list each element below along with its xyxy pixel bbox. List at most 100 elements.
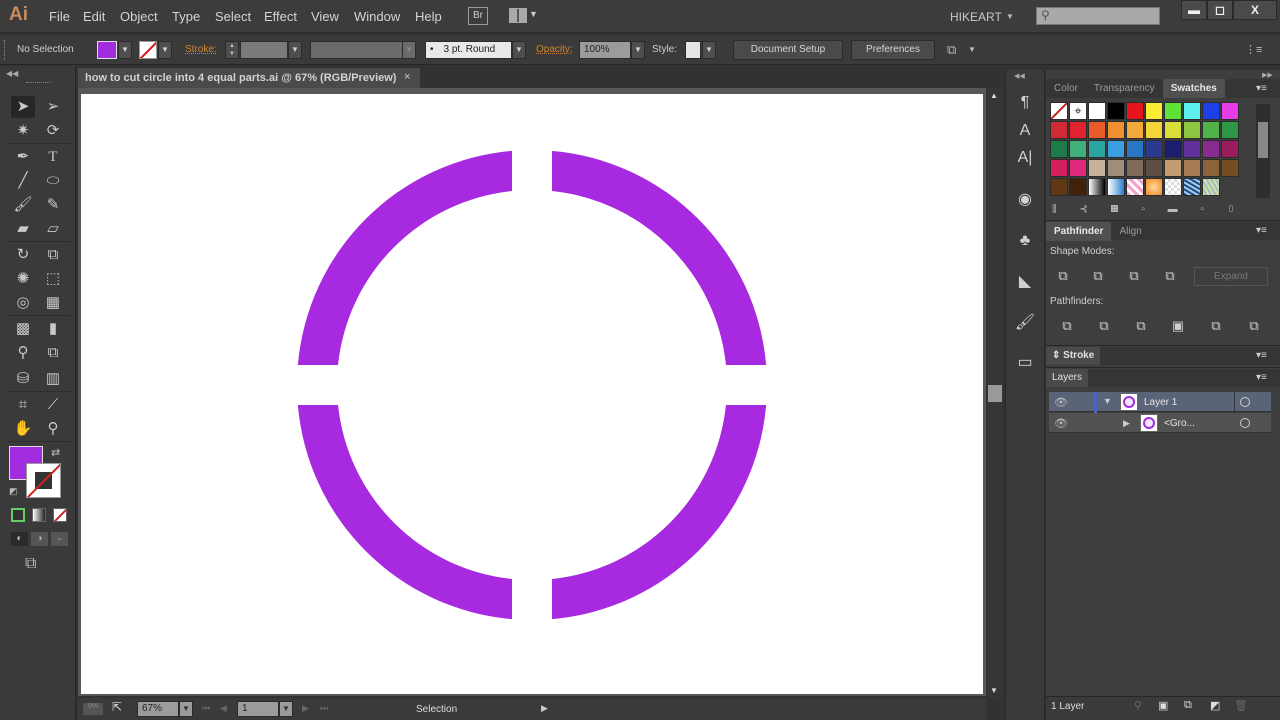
swap-fill-stroke-icon[interactable]: ⇄ xyxy=(51,446,60,459)
make-clipping-mask-icon[interactable]: ▣ xyxy=(1158,699,1168,712)
pencil-tool-icon[interactable]: ✎ xyxy=(41,194,65,216)
status-menu-icon[interactable]: ▶ xyxy=(541,703,548,714)
magic-wand-tool-icon[interactable]: ✷ xyxy=(11,120,35,142)
menu-window[interactable]: Window xyxy=(354,9,400,24)
divide-icon[interactable]: ⧉ xyxy=(1058,318,1076,334)
menu-effect[interactable]: Effect xyxy=(264,9,297,24)
chevron-down-icon[interactable]: ▼ xyxy=(968,45,976,54)
selection-tool-icon[interactable]: ➤ xyxy=(11,96,35,118)
none-mode-icon[interactable] xyxy=(53,508,67,522)
swatch-pattern-checker[interactable] xyxy=(1164,178,1182,196)
minus-front-icon[interactable]: ⧉ xyxy=(1089,268,1107,284)
mesh-tool-icon[interactable]: ▩ xyxy=(11,318,35,340)
ring-segments[interactable] xyxy=(297,150,767,620)
brush-definition[interactable]: • 3 pt. Round xyxy=(425,41,512,59)
tab-stroke[interactable]: ⇕ Stroke xyxy=(1046,347,1101,365)
swatch[interactable] xyxy=(1145,140,1163,158)
close-button[interactable]: X xyxy=(1233,0,1277,20)
expand-icon[interactable]: ▶▶ xyxy=(1262,71,1273,79)
menu-select[interactable]: Select xyxy=(215,9,251,24)
panel-menu-icon[interactable]: ▾≡ xyxy=(1256,225,1267,236)
menu-view[interactable]: View xyxy=(311,9,339,24)
artboard-tool-icon[interactable]: ⌗ xyxy=(11,394,35,416)
opacity-field[interactable]: 100% xyxy=(579,41,631,59)
blend-tool-icon[interactable]: ⧉ xyxy=(41,342,65,364)
opacity-dropdown[interactable]: ▼ xyxy=(631,41,645,59)
swatch[interactable] xyxy=(1221,121,1239,139)
ring-segment[interactable] xyxy=(297,405,512,620)
stroke-weight-stepper[interactable]: ▲ ▼ xyxy=(225,41,239,59)
fill-swatch[interactable] xyxy=(97,41,117,59)
swatch[interactable] xyxy=(1126,140,1144,158)
symbol-sprayer-tool-icon[interactable]: ⛁ xyxy=(11,368,35,390)
brushes-panel-icon[interactable]: 🖌 xyxy=(1008,311,1042,335)
swatch[interactable] xyxy=(1069,121,1087,139)
default-fill-stroke-icon[interactable]: ◩ xyxy=(9,486,18,497)
character-panel-icon[interactable]: A| xyxy=(1008,146,1042,170)
transparency-panel-icon[interactable]: ▭ xyxy=(1008,351,1042,375)
collapse-icon[interactable]: ◀◀ xyxy=(1014,72,1025,80)
lasso-tool-icon[interactable]: ⟳ xyxy=(41,120,65,142)
last-artboard-icon[interactable]: ⏭ xyxy=(320,703,328,714)
variable-width-profile[interactable] xyxy=(310,41,406,59)
swatch-pattern-blue[interactable] xyxy=(1183,178,1201,196)
menu-type[interactable]: Type xyxy=(172,9,200,24)
scroll-up-icon[interactable]: ▲ xyxy=(990,91,998,100)
stroke-swatch[interactable] xyxy=(139,41,157,59)
gradient-panel-icon[interactable]: ◣ xyxy=(1008,270,1042,294)
swatch[interactable] xyxy=(1126,159,1144,177)
swatch[interactable] xyxy=(1107,121,1125,139)
document-setup-button[interactable]: Document Setup xyxy=(733,40,843,60)
tab-color[interactable]: Color xyxy=(1046,79,1086,98)
layer-name[interactable]: Layer 1 xyxy=(1144,397,1177,408)
delete-layer-icon[interactable]: 🗑 xyxy=(1234,699,1248,712)
swatch[interactable] xyxy=(1164,140,1182,158)
eyedropper-tool-icon[interactable]: ⚲ xyxy=(11,342,35,364)
tab-align[interactable]: Align xyxy=(1111,222,1149,241)
intersect-icon[interactable]: ⧉ xyxy=(1125,268,1143,284)
brush-dropdown[interactable]: ▼ xyxy=(512,41,526,59)
stroke-weight-dropdown[interactable]: ▼ xyxy=(288,41,302,59)
swatch[interactable] xyxy=(1183,102,1201,120)
grip-handle[interactable] xyxy=(26,82,50,85)
draw-behind-icon[interactable]: ◑ xyxy=(31,532,48,546)
isolate-object-icon[interactable]: ⧉ xyxy=(947,42,956,58)
stroke-dropdown[interactable]: ▼ xyxy=(158,41,172,59)
crop-icon[interactable]: ▣ xyxy=(1169,318,1187,334)
chevron-down-icon[interactable]: ▼ xyxy=(529,9,538,19)
visibility-eye-icon[interactable]: 👁 xyxy=(1054,417,1068,430)
maximize-button[interactable]: ◻ xyxy=(1207,0,1233,20)
swatch-pattern-yellow[interactable] xyxy=(1202,178,1220,196)
tab-layers[interactable]: Layers xyxy=(1046,369,1089,387)
stroke-weight-field[interactable] xyxy=(240,41,288,59)
expand-triangle-icon[interactable]: ▼ xyxy=(1103,396,1112,406)
stroke-color-box[interactable] xyxy=(26,463,61,498)
swatch[interactable] xyxy=(1164,102,1182,120)
swatches-scrollbar[interactable] xyxy=(1256,104,1270,198)
symbols-panel-icon[interactable]: ♣ xyxy=(1008,229,1042,253)
gradient-tool-icon[interactable]: ▮ xyxy=(41,318,65,340)
zoom-tool-icon[interactable]: ⚲ xyxy=(41,418,65,440)
scale-tool-icon[interactable]: ⧉ xyxy=(41,244,65,266)
menu-object[interactable]: Object xyxy=(120,9,158,24)
scroll-down-icon[interactable]: ▼ xyxy=(990,686,998,695)
swatch-registration[interactable]: ⌖ xyxy=(1069,102,1087,120)
first-artboard-icon[interactable]: ⏮ xyxy=(202,703,210,714)
hand-tool-icon[interactable]: ✋ xyxy=(11,418,35,440)
swatches-footer-icons[interactable]: ⫼ ⊰ ▦ ▫ ▬ ▫ ▯ xyxy=(1052,204,1235,215)
swatch[interactable] xyxy=(1088,102,1106,120)
artboard[interactable] xyxy=(81,94,983,694)
layer-row[interactable] xyxy=(1049,413,1271,433)
chevron-down-icon[interactable]: ▼ xyxy=(1006,12,1014,21)
current-tool-status[interactable]: Selection xyxy=(416,704,457,715)
search-input[interactable]: ⚲ xyxy=(1036,7,1160,25)
puppet-warp-tool-icon[interactable]: ✺ xyxy=(11,268,35,290)
panel-menu-icon[interactable]: ▾≡ xyxy=(1256,83,1267,94)
swatch[interactable] xyxy=(1202,102,1220,120)
target-icon[interactable] xyxy=(1240,397,1250,407)
group-name[interactable]: <Gro... xyxy=(1164,418,1195,429)
swatch[interactable] xyxy=(1221,159,1239,177)
version-cue-icon[interactable]: 0% xyxy=(83,703,103,715)
graphic-style-swatch[interactable] xyxy=(685,41,701,59)
tab-pathfinder[interactable]: Pathfinder xyxy=(1046,222,1112,241)
